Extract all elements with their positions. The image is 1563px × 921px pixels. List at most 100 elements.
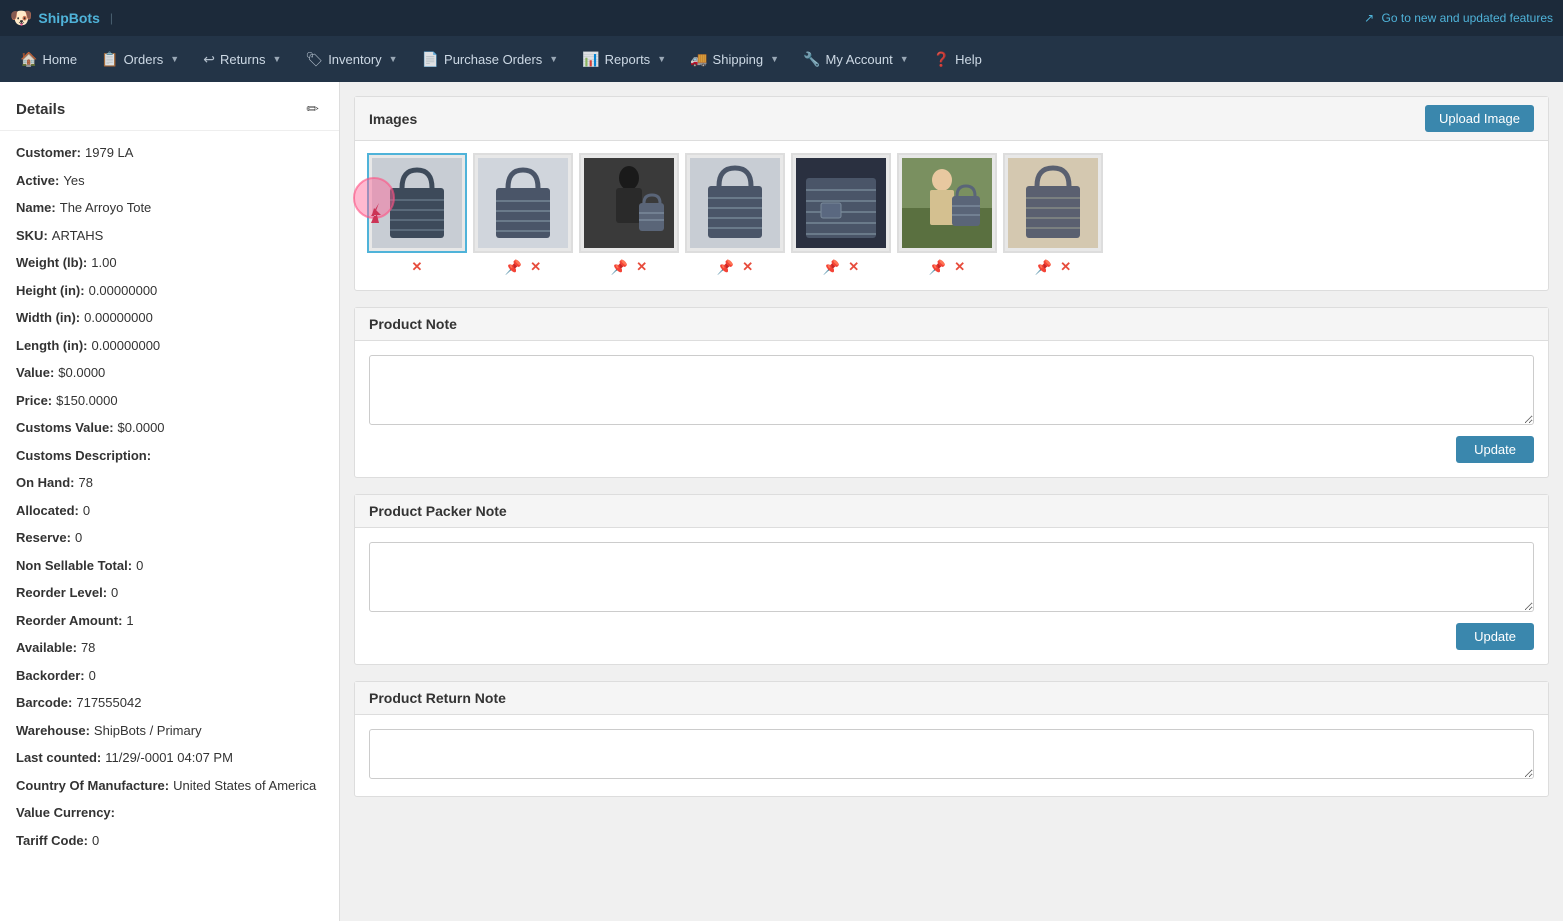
reorder-level-value: 0 (111, 583, 118, 603)
nav-shipping[interactable]: 🚚 Shipping ▼ (678, 36, 791, 82)
details-field-width: Width (in): 0.00000000 (0, 304, 339, 332)
details-field-customs-desc: Customs Description: (0, 442, 339, 470)
bag-image-7 (1008, 158, 1098, 248)
product-return-note-textarea[interactable] (369, 729, 1534, 779)
image-thumb-2[interactable]: 📌 ✕ (473, 153, 573, 278)
image-pin-4[interactable]: 📌 (717, 259, 734, 276)
details-field-barcode: Barcode: 717555042 (0, 689, 339, 717)
price-value: $150.0000 (56, 391, 117, 411)
image-delete-6[interactable]: ✕ (954, 259, 965, 276)
purchase-orders-icon: 📄 (422, 51, 439, 68)
product-note-update-button[interactable]: Update (1456, 436, 1534, 463)
height-label: Height (in): (16, 281, 85, 301)
name-label: Name: (16, 198, 56, 218)
details-field-price: Price: $150.0000 (0, 387, 339, 415)
image-delete-4[interactable]: ✕ (742, 259, 753, 276)
image-pin-3[interactable]: 📌 (611, 259, 628, 276)
product-note-textarea[interactable] (369, 355, 1534, 425)
edit-details-button[interactable]: ✏ (302, 98, 323, 120)
product-return-note-section: Product Return Note (354, 681, 1549, 797)
image-delete-7[interactable]: ✕ (1060, 259, 1071, 276)
details-field-customs-value: Customs Value: $0.0000 (0, 414, 339, 442)
details-field-last-counted: Last counted: 11/29/-0001 04:07 PM (0, 744, 339, 772)
bag-image-3 (584, 158, 674, 248)
product-packer-note-section: Product Packer Note Update (354, 494, 1549, 665)
barcode-label: Barcode: (16, 693, 72, 713)
available-value: 78 (81, 638, 95, 658)
image-thumb-6[interactable]: 📌 ✕ (897, 153, 997, 278)
details-field-available: Available: 78 (0, 634, 339, 662)
warehouse-label: Warehouse: (16, 721, 90, 741)
image-delete-5[interactable]: ✕ (848, 259, 859, 276)
nav-home[interactable]: 🏠 Home (8, 36, 89, 82)
bag-image-1 (372, 158, 462, 248)
inventory-dropdown-arrow: ▼ (389, 54, 398, 64)
image-pin-2[interactable]: 📌 (505, 259, 522, 276)
logo-text: ShipBots (38, 10, 99, 26)
external-link-icon: ↗ (1364, 11, 1374, 25)
nav-shipping-label: Shipping (713, 52, 764, 67)
weight-label: Weight (lb): (16, 253, 87, 273)
length-value: 0.00000000 (91, 336, 160, 356)
name-value: The Arroyo Tote (60, 198, 152, 218)
image-pin-6[interactable]: 📌 (929, 259, 946, 276)
nav-purchase-orders-label: Purchase Orders (444, 52, 542, 67)
barcode-value: 717555042 (76, 693, 141, 713)
product-note-body: Update (355, 341, 1548, 477)
product-return-note-title: Product Return Note (369, 690, 506, 706)
shipping-icon: 🚚 (690, 51, 707, 68)
weight-value: 1.00 (91, 253, 116, 273)
details-field-reserve: Reserve: 0 (0, 524, 339, 552)
image-pin-7[interactable]: 📌 (1035, 259, 1052, 276)
product-packer-note-title: Product Packer Note (369, 503, 507, 519)
nav-orders[interactable]: 📋 Orders ▼ (89, 36, 191, 82)
allocated-label: Allocated: (16, 501, 79, 521)
details-field-on-hand: On Hand: 78 (0, 469, 339, 497)
reports-icon: 📊 (582, 51, 599, 68)
image-delete-3[interactable]: ✕ (636, 259, 647, 276)
details-field-country: Country Of Manufacture: United States of… (0, 772, 339, 800)
image-thumb-4[interactable]: 📌 ✕ (685, 153, 785, 278)
nav-inventory[interactable]: 🏷 Inventory ▼ (293, 36, 409, 82)
image-pin-5[interactable]: 📌 (823, 259, 840, 276)
my-account-icon: 🔧 (803, 51, 820, 68)
content-area: Images Upload Image (340, 82, 1563, 921)
navbar: 🏠 Home 📋 Orders ▼ ↩ Returns ▼ 🏷 Inventor… (0, 36, 1563, 82)
nav-my-account[interactable]: 🔧 My Account ▼ (791, 36, 921, 82)
bag-image-4 (690, 158, 780, 248)
nav-purchase-orders[interactable]: 📄 Purchase Orders ▼ (410, 36, 571, 82)
details-field-value-currency: Value Currency: (0, 799, 339, 827)
on-hand-label: On Hand: (16, 473, 75, 493)
details-field-active: Active: Yes (0, 167, 339, 195)
nav-reports[interactable]: 📊 Reports ▼ (570, 36, 678, 82)
image-delete-1[interactable]: ✕ (412, 259, 423, 275)
image-thumb-5[interactable]: 📌 ✕ (791, 153, 891, 278)
customs-desc-label: Customs Description: (16, 446, 151, 466)
my-account-dropdown-arrow: ▼ (900, 54, 909, 64)
image-thumb-3[interactable]: 📌 ✕ (579, 153, 679, 278)
nav-inventory-label: Inventory (328, 52, 381, 67)
value-label: Value: (16, 363, 54, 383)
images-section-title: Images (369, 111, 417, 127)
details-field-height: Height (in): 0.00000000 (0, 277, 339, 305)
product-packer-note-textarea[interactable] (369, 542, 1534, 612)
bag-image-2 (478, 158, 568, 248)
tariff-label: Tariff Code: (16, 831, 88, 851)
product-packer-note-update-button[interactable]: Update (1456, 623, 1534, 650)
country-value: United States of America (173, 776, 316, 796)
product-return-note-header: Product Return Note (355, 682, 1548, 715)
reorder-amount-value: 1 (126, 611, 133, 631)
reorder-amount-label: Reorder Amount: (16, 611, 122, 631)
image-delete-2[interactable]: ✕ (530, 259, 541, 276)
width-value: 0.00000000 (84, 308, 153, 328)
details-field-name: Name: The Arroyo Tote (0, 194, 339, 222)
images-section-header: Images Upload Image (355, 97, 1548, 141)
image-thumb-1[interactable]: ✕ (367, 153, 467, 278)
nav-returns[interactable]: ↩ Returns ▼ (191, 36, 293, 82)
topbar-left: 🐶 ShipBots | (10, 8, 117, 29)
new-features-link[interactable]: ↗ Go to new and updated features (1364, 11, 1553, 25)
details-field-length: Length (in): 0.00000000 (0, 332, 339, 360)
nav-help[interactable]: ❓ Help (921, 36, 994, 82)
image-thumb-7[interactable]: 📌 ✕ (1003, 153, 1103, 278)
upload-image-button[interactable]: Upload Image (1425, 105, 1534, 132)
